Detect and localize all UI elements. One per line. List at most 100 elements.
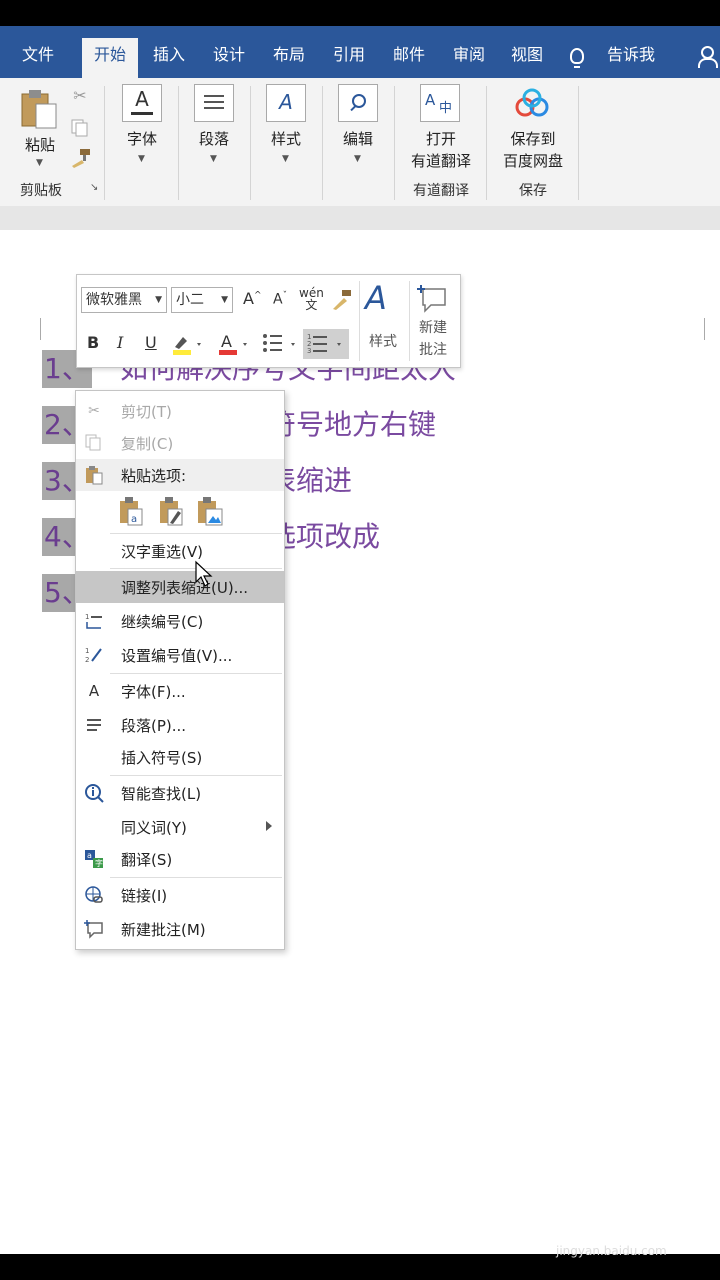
paste-button-label[interactable]: 粘贴: [18, 134, 62, 155]
paste-dropdown-icon[interactable]: ▼: [36, 158, 43, 168]
font-icon[interactable]: A: [122, 84, 162, 122]
font-button-label[interactable]: 字体: [116, 128, 168, 149]
paragraph-button-label[interactable]: 段落: [188, 128, 240, 149]
menu-item-label: 新建批注(M): [121, 921, 206, 939]
tab-review[interactable]: 审阅: [442, 38, 496, 72]
font-dropdown-icon[interactable]: ▼: [138, 154, 145, 164]
paste-icon[interactable]: [20, 88, 60, 132]
new-comment-line1[interactable]: 新建: [411, 317, 455, 337]
highlight-color-icon[interactable]: [171, 331, 205, 357]
mouse-pointer-icon: [195, 560, 213, 587]
group-divider: [178, 86, 179, 200]
chevron-down-icon[interactable]: ▼: [155, 288, 162, 312]
lightbulb-icon[interactable]: [570, 48, 584, 68]
menu-item-font[interactable]: A 字体(F)...: [76, 675, 284, 707]
menu-item-link[interactable]: 链接(I): [76, 879, 284, 911]
menu-item-cut[interactable]: ✂ 剪切(T): [76, 395, 284, 427]
format-painter-icon[interactable]: [70, 148, 92, 168]
menu-item-continue-numbering[interactable]: 1 继续编号(C): [76, 605, 284, 637]
paste-keep-source-formatting-icon[interactable]: a: [118, 495, 146, 527]
tab-design[interactable]: 设计: [202, 38, 256, 72]
menu-item-label: 汉字重选(V): [121, 543, 203, 561]
numbering-button[interactable]: 1 2 3: [303, 329, 349, 359]
translate-group-label: 有道翻译: [413, 183, 469, 199]
new-comment-icon[interactable]: [417, 283, 449, 313]
menu-item-paragraph[interactable]: 段落(P)...: [76, 709, 284, 741]
margin-corner-mark: [704, 318, 705, 340]
menu-item-label: 设置编号值(V)...: [121, 647, 233, 665]
format-painter-icon[interactable]: [331, 289, 353, 311]
bullets-icon[interactable]: [261, 331, 301, 357]
shrink-font-icon[interactable]: Aˇ: [273, 291, 287, 308]
margin-corner-mark: [40, 318, 41, 340]
baidu-pan-icon[interactable]: [512, 88, 552, 120]
phonetic-guide-icon[interactable]: wén 文: [299, 287, 324, 311]
styles-dropdown-icon[interactable]: ▼: [282, 154, 289, 164]
menu-item-new-comment[interactable]: 新建批注(M): [76, 913, 284, 945]
font-name-combo[interactable]: 微软雅黑 ▼: [81, 287, 167, 313]
group-divider: [578, 86, 579, 200]
menu-item-synonyms[interactable]: 同义词(Y): [76, 811, 284, 843]
save-baidu-line2[interactable]: 百度网盘: [496, 150, 570, 171]
styles-icon[interactable]: A: [365, 279, 387, 317]
numbering-icon: 1 2 3: [307, 333, 341, 355]
italic-button[interactable]: I: [117, 333, 123, 352]
mini-styles-label[interactable]: 样式: [361, 331, 405, 351]
list-item-text[interactable]: 符号地方右键: [268, 406, 436, 444]
menu-item-translate[interactable]: a字 翻译(S): [76, 843, 284, 875]
copy-icon[interactable]: [70, 118, 90, 138]
menu-item-insert-symbol[interactable]: 插入符号(S): [76, 741, 284, 773]
tell-me-box[interactable]: 告诉我: [598, 38, 664, 72]
tab-file[interactable]: 文件: [8, 38, 68, 72]
menu-item-label: 调整列表缩进(U)...: [121, 579, 248, 597]
tab-view[interactable]: 视图: [500, 38, 554, 72]
menu-item-hanzi-reselect[interactable]: 汉字重选(V): [76, 535, 284, 567]
clipboard-launcher-icon[interactable]: ↘: [90, 182, 98, 193]
menu-item-adjust-list-indent[interactable]: 调整列表缩进(U)...: [76, 571, 284, 603]
menu-item-label: 同义词(Y): [121, 819, 187, 837]
editing-dropdown-icon[interactable]: ▼: [354, 154, 361, 164]
paste-picture-icon[interactable]: [196, 495, 224, 527]
bold-button[interactable]: B: [87, 333, 99, 352]
underline-button[interactable]: U: [145, 333, 157, 352]
paragraph-dropdown-icon[interactable]: ▼: [210, 154, 217, 164]
tab-mailings[interactable]: 邮件: [382, 38, 436, 72]
menu-item-label: 翻译(S): [121, 851, 173, 869]
styles-icon[interactable]: A: [266, 84, 306, 122]
context-menu: ✂ 剪切(T) 复制(C) 粘贴选项: a 汉字重选(V) 调整列表缩进(U).…: [75, 390, 285, 950]
tab-references[interactable]: 引用: [322, 38, 376, 72]
tab-layout[interactable]: 布局: [262, 38, 316, 72]
new-comment-line2[interactable]: 批注: [411, 339, 455, 359]
tab-home[interactable]: 开始: [82, 38, 138, 78]
font-icon: A: [88, 682, 100, 700]
set-numbering-value-icon: 12: [84, 645, 104, 665]
open-translate-line2[interactable]: 有道翻译: [404, 150, 478, 171]
link-icon: [84, 885, 104, 905]
font-color-icon[interactable]: A: [217, 331, 251, 357]
open-translate-line1[interactable]: 打开: [404, 128, 478, 149]
cut-icon[interactable]: ✂: [70, 86, 90, 105]
font-name-value: 微软雅黑: [86, 292, 142, 308]
save-baidu-line1[interactable]: 保存到: [496, 128, 570, 149]
editing-search-icon[interactable]: [338, 84, 378, 122]
editing-button-label[interactable]: 编辑: [332, 128, 384, 149]
font-size-combo[interactable]: 小二 ▼: [171, 287, 233, 313]
tab-insert[interactable]: 插入: [142, 38, 196, 72]
chevron-down-icon[interactable]: ▼: [221, 288, 228, 312]
baidu-jingyan-watermark: Bai 经验: [553, 1218, 644, 1243]
youdao-translate-icon[interactable]: A 中: [420, 84, 460, 122]
menu-separator: [110, 673, 282, 674]
paragraph-icon[interactable]: [194, 84, 234, 122]
menu-item-copy[interactable]: 复制(C): [76, 427, 284, 459]
menu-item-set-numbering-value[interactable]: 12 设置编号值(V)...: [76, 639, 284, 671]
grow-font-icon[interactable]: A^: [243, 289, 262, 308]
styles-button-label[interactable]: 样式: [260, 128, 312, 149]
menu-item-label: 链接(I): [121, 887, 168, 905]
watermark-url: jingyan.baidu.com: [556, 1244, 667, 1258]
share-person-icon[interactable]: [698, 46, 718, 68]
menu-item-smart-lookup[interactable]: 智能查找(L): [76, 777, 284, 809]
word-window: 文件 开始 插入 设计 布局 引用 邮件 审阅 视图 告诉我 粘贴 ▼ ✂ 剪贴…: [0, 26, 720, 1254]
translate-icon: a字: [84, 849, 104, 869]
paste-merge-formatting-icon[interactable]: [158, 495, 186, 527]
cut-icon: ✂: [88, 403, 100, 419]
